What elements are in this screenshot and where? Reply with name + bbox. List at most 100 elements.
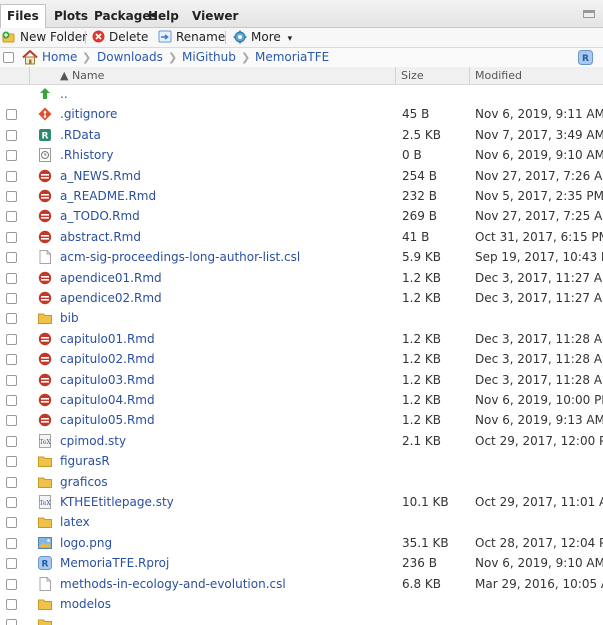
file-name-link[interactable]: apendice01.Rmd [60,268,162,289]
file-row[interactable]: capitulo05.Rmd 1.2 KB Nov 6, 2019, 9:13 AM [0,410,603,431]
tab-viewer[interactable]: Viewer [186,5,244,27]
file-row-checkbox[interactable] [6,578,17,590]
file-row[interactable]: capitulo02.Rmd 1.2 KB Dec 3, 2017, 11:28 A… [0,349,603,370]
file-name-link[interactable]: bib [60,308,79,329]
file-row[interactable]: .Rhistory 0 B Nov 6, 2019, 9:10 AM [0,145,603,166]
file-row[interactable]: methods-in-ecology-and-evolution.csl 6.8 … [0,574,603,595]
file-row[interactable]: modelos [0,594,603,615]
file-row-checkbox[interactable] [6,415,17,427]
rename-button[interactable]: Rename [158,29,225,46]
file-row-checkbox[interactable] [6,354,17,366]
file-row-checkbox[interactable] [6,109,17,121]
file-row-checkbox[interactable] [6,313,17,325]
file-name-link[interactable]: apendice02.Rmd [60,288,162,309]
file-row[interactable]: .gitignore 45 B Nov 6, 2019, 9:11 AM [0,104,603,125]
file-row[interactable]: acm-sig-proceedings-long-author-list.csl… [0,247,603,268]
file-row-checkbox[interactable] [6,374,17,386]
tab-files[interactable]: Files [0,4,46,28]
file-name-link[interactable]: capitulo01.Rmd [60,329,155,350]
file-row-checkbox[interactable] [6,558,17,570]
file-row[interactable]: a_README.Rmd 232 B Nov 5, 2017, 2:35 PM [0,186,603,207]
file-name-link[interactable]: acm-sig-proceedings-long-author-list.csl [60,247,300,268]
file-row[interactable]: abstract.Rmd 41 B Oct 31, 2017, 6:15 PM [0,227,603,248]
file-name-link[interactable]: a_TODO.Rmd [60,206,140,227]
breadcrumb-memoriatfe[interactable]: MemoriaTFE [255,50,329,65]
delete-button[interactable]: Delete [92,29,148,46]
file-row-checkbox[interactable] [6,272,17,284]
file-name-link[interactable]: a_NEWS.Rmd [60,166,141,187]
file-row-checkbox[interactable] [6,333,17,345]
column-header-name[interactable]: ▲ Name [60,67,104,84]
file-name-link[interactable]: MemoriaTFE.Rproj [60,553,169,574]
minimize-pane-icon[interactable] [583,10,595,18]
file-row[interactable] [0,614,603,625]
file-name-link[interactable]: capitulo02.Rmd [60,349,155,370]
file-row[interactable]: TeX cpimod.sty 2.1 KB Oct 29, 2017, 12:00 P… [0,431,603,452]
file-size: 269 B [402,209,437,224]
file-row[interactable]: logo.png 35.1 KB Oct 28, 2017, 12:04 PM [0,533,603,554]
breadcrumb-downloads[interactable]: Downloads [97,50,163,65]
column-header-size[interactable]: Size [401,67,424,84]
file-name-link[interactable]: latex [60,512,90,533]
select-all-checkbox[interactable] [3,52,14,63]
file-row-checkbox[interactable] [6,435,17,447]
file-row[interactable]: graficos [0,472,603,493]
file-name-link[interactable]: methods-in-ecology-and-evolution.csl [60,574,286,595]
new-folder-label: New Folder [20,30,88,44]
file-row-checkbox[interactable] [6,537,17,549]
file-row[interactable]: capitulo01.Rmd 1.2 KB Dec 3, 2017, 11:28 A… [0,329,603,350]
file-name-link[interactable]: a_README.Rmd [60,186,156,207]
file-row[interactable]: TeX KTHEEtitlepage.sty 10.1 KB Oct 29, 2017… [0,492,603,513]
file-row[interactable]: apendice01.Rmd 1.2 KB Dec 3, 2017, 11:27 A… [0,268,603,289]
file-name-link[interactable]: KTHEEtitlepage.sty [60,492,174,513]
file-name-link[interactable]: abstract.Rmd [60,227,141,248]
file-row-checkbox[interactable] [6,170,17,182]
file-row[interactable]: capitulo04.Rmd 1.2 KB Nov 6, 2019, 10:00 P… [0,390,603,411]
file-name-link[interactable]: .. [60,84,68,105]
file-name-link[interactable]: modelos [60,594,111,615]
file-row[interactable]: R MemoriaTFE.Rproj 236 B Nov 6, 2019, 9:10 … [0,553,603,574]
file-row[interactable]: a_TODO.Rmd 269 B Nov 27, 2017, 7:25 AM [0,206,603,227]
file-row-checkbox[interactable] [6,150,17,162]
file-name-link[interactable]: capitulo04.Rmd [60,390,155,411]
column-header-modified[interactable]: Modified [475,67,522,84]
file-row-checkbox[interactable] [6,497,17,508]
file-row-checkbox[interactable] [6,252,17,264]
file-name-link[interactable]: .Rhistory [60,145,113,166]
file-row-checkbox[interactable] [6,476,17,488]
more-button[interactable]: More ▾ [233,29,292,46]
file-name-link[interactable]: capitulo03.Rmd [60,370,155,391]
file-row[interactable]: .. [0,84,603,105]
project-icon[interactable]: R [578,50,593,65]
file-row-checkbox[interactable] [6,619,17,625]
file-row-checkbox[interactable] [6,517,17,529]
file-name-link[interactable]: cpimod.sty [60,431,126,452]
file-name-link[interactable]: .RData [60,125,101,146]
tab-help[interactable]: Help [142,5,185,27]
file-row-checkbox[interactable] [6,231,17,243]
home-icon[interactable] [22,50,38,65]
file-row[interactable]: latex [0,512,603,533]
file-name-link[interactable]: figurasR [60,451,110,472]
file-name-link[interactable]: logo.png [60,533,112,554]
file-row-checkbox[interactable] [6,456,17,468]
file-name-link[interactable]: capitulo05.Rmd [60,410,155,431]
rmd-icon [38,373,52,386]
file-row-checkbox[interactable] [6,293,17,304]
file-row[interactable]: a_NEWS.Rmd 254 B Nov 27, 2017, 7:26 AM [0,166,603,187]
file-row[interactable]: bib [0,308,603,329]
file-row[interactable]: capitulo03.Rmd 1.2 KB Dec 3, 2017, 11:28 A… [0,370,603,391]
file-row[interactable]: apendice02.Rmd 1.2 KB Dec 3, 2017, 11:27 A… [0,288,603,309]
breadcrumb-home[interactable]: Home [42,50,77,65]
file-name-link[interactable]: graficos [60,472,108,493]
file-row-checkbox[interactable] [6,395,17,406]
file-name-link[interactable]: .gitignore [60,104,117,125]
file-row-checkbox[interactable] [6,129,17,141]
breadcrumb-migithub[interactable]: MiGithub [182,50,236,65]
file-row-checkbox[interactable] [6,211,17,223]
file-row-checkbox[interactable] [6,191,17,202]
file-row[interactable]: R .RData 2.5 KB Nov 7, 2017, 3:49 AM [0,125,603,146]
file-row-checkbox[interactable] [6,599,17,610]
new-folder-button[interactable]: New Folder [2,29,87,46]
file-row[interactable]: figurasR [0,451,603,472]
